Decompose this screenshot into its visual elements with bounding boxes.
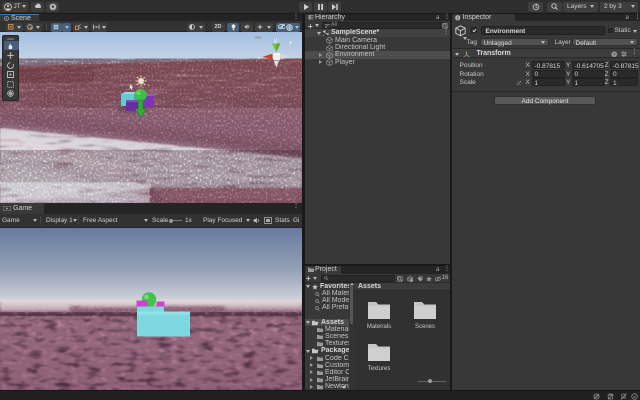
svg-text:x: x: [258, 56, 261, 61]
svg-text:?: ?: [613, 51, 616, 56]
svg-text:y: y: [274, 38, 277, 44]
